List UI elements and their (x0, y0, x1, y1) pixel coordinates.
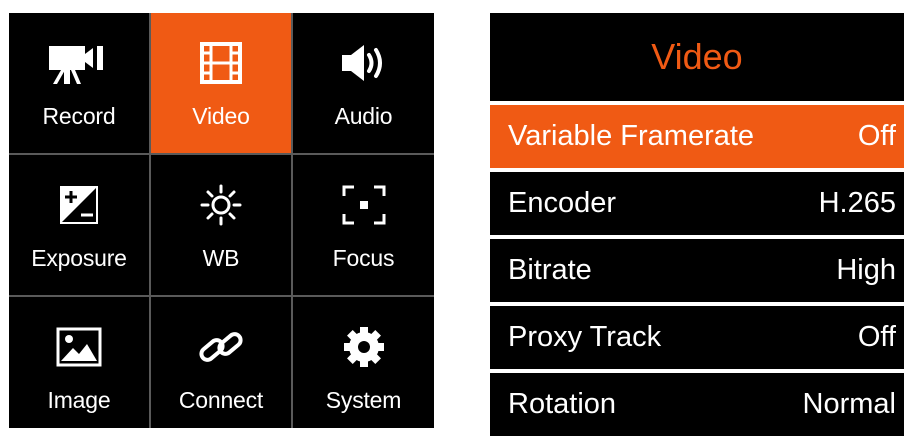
exposure-icon (57, 179, 101, 231)
menu-item-variable-framerate[interactable]: Variable Framerate Off (490, 101, 904, 168)
menu-item-label: Bitrate (508, 254, 592, 286)
tile-audio[interactable]: Audio (293, 13, 434, 153)
tile-record[interactable]: Record (9, 13, 149, 153)
menu-title: Video (651, 36, 743, 77)
tile-image[interactable]: Image (9, 297, 149, 428)
sun-icon (198, 179, 244, 231)
speaker-icon (338, 37, 390, 89)
tile-system[interactable]: System (293, 297, 434, 428)
video-settings-menu: Video Variable Framerate Off Encoder H.2… (490, 13, 904, 436)
menu-item-value: H.265 (818, 187, 896, 219)
film-strip-icon (199, 37, 243, 89)
tile-label: Exposure (31, 245, 127, 271)
focus-frame-icon (340, 179, 388, 231)
tile-exposure[interactable]: Exposure (9, 155, 149, 295)
menu-item-value: Off (857, 120, 896, 152)
menu-item-bitrate[interactable]: Bitrate High (490, 235, 904, 302)
tile-label: Focus (332, 245, 395, 271)
tile-label: Record (42, 103, 116, 129)
picture-icon (55, 321, 103, 373)
menu-item-rotation[interactable]: Rotation Normal (490, 369, 904, 436)
tile-label: Video (192, 103, 250, 129)
tile-connect[interactable]: Connect (151, 297, 291, 428)
link-icon (196, 321, 246, 373)
video-camera-icon (47, 37, 111, 89)
tile-label: Image (47, 387, 111, 413)
tile-video[interactable]: Video (151, 13, 291, 153)
tile-label: System (325, 387, 402, 413)
tile-wb[interactable]: WB (151, 155, 291, 295)
menu-item-value: Off (857, 321, 896, 353)
menu-item-label: Rotation (508, 388, 617, 420)
menu-item-label: Encoder (508, 187, 617, 219)
settings-category-grid: Record Video Audio Exposure WB Focus Ima… (9, 13, 434, 428)
tile-label: Audio (334, 103, 393, 129)
menu-item-value: High (836, 254, 896, 286)
gear-icon (341, 321, 387, 373)
menu-item-label: Proxy Track (508, 321, 662, 353)
menu-item-label: Variable Framerate (508, 120, 755, 152)
tile-label: Connect (178, 387, 264, 413)
menu-item-proxy-track[interactable]: Proxy Track Off (490, 302, 904, 369)
menu-item-encoder[interactable]: Encoder H.265 (490, 168, 904, 235)
menu-item-value: Normal (802, 388, 896, 420)
tile-label: WB (202, 245, 240, 271)
tile-focus[interactable]: Focus (293, 155, 434, 295)
menu-list: Variable Framerate Off Encoder H.265 Bit… (490, 101, 904, 436)
